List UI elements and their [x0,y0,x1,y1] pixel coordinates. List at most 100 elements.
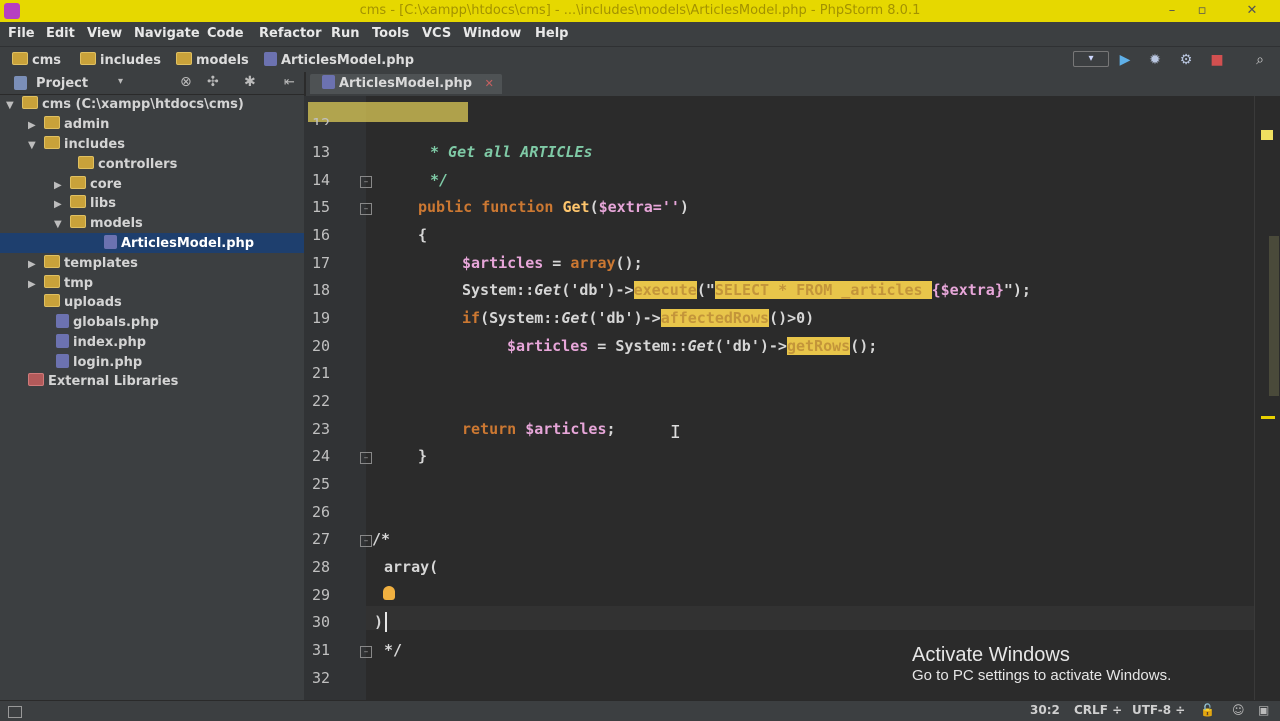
tree-item-login[interactable]: login.php [56,354,142,372]
code-line-18: System::Get('db')->execute("SELECT * FRO… [462,281,1031,299]
line-number: 14 [311,171,330,189]
encoding-selector[interactable]: UTF-8 ÷ [1132,703,1185,717]
code-line-27: /* [372,530,391,548]
minimize-button[interactable]: – [1160,2,1184,20]
breadcrumb-cms[interactable]: cms [12,52,61,68]
folder-icon [176,52,192,65]
maximize-button[interactable]: ▫ [1190,2,1214,20]
menu-navigate[interactable]: Navigate [134,26,200,41]
code-line-19: if(System::Get('db')->affectedRows()>0) [462,309,815,327]
line-number: 30 [311,613,330,631]
collapse-all-icon[interactable]: ⊗ [180,74,192,90]
caret-position[interactable]: 30:2 [1030,703,1060,717]
tree-item-articlesmodel[interactable]: ArticlesModel.php [104,235,254,253]
menu-tools[interactable]: Tools [372,26,409,41]
run-config-dropdown[interactable]: ▾ [1073,51,1109,67]
menu-bar: File Edit View Navigate Code Refactor Ru… [0,22,1280,46]
folder-icon [70,215,86,228]
scroll-from-source-icon[interactable]: ✣ [207,74,219,90]
tree-label: External Libraries [48,374,179,389]
menu-vcs[interactable]: VCS [422,26,451,41]
tree-item-tmp[interactable]: ▶ tmp [28,275,93,293]
lightbulb-icon[interactable] [383,586,395,600]
lock-icon[interactable]: 🔓 [1200,703,1215,717]
line-number: 16 [311,226,330,244]
menu-run[interactable]: Run [331,26,360,41]
menu-file[interactable]: File [8,26,35,41]
menu-edit[interactable]: Edit [46,26,75,41]
tree-label: login.php [73,355,143,370]
tab-articlesmodel[interactable]: ArticlesModel.php ✕ [310,74,502,94]
tool-windows-icon[interactable] [8,706,22,718]
php-file-icon [56,314,69,328]
tree-item-globals[interactable]: globals.php [56,314,159,332]
gear-icon[interactable]: ✱ [244,74,256,90]
menu-view[interactable]: View [87,26,122,41]
debug-icon[interactable]: ✹ [1147,52,1163,68]
menu-refactor[interactable]: Refactor [259,26,322,41]
code-line-20: $articles = System::Get('db')->getRows()… [507,337,878,355]
folder-icon [44,275,60,288]
tree-item-includes[interactable]: ▼ includes [28,136,125,154]
window-title: cms - [C:\xampp\htdocs\cms] - ...\includ… [359,3,921,18]
event-log-icon[interactable]: ▣ [1258,703,1269,717]
code-line-30: ) [374,613,384,631]
tree-item-templates[interactable]: ▶ templates [28,255,138,273]
fold-marker-icon[interactable]: – [360,535,372,547]
breadcrumb-label: cms [32,53,61,68]
line-number: 28 [311,558,330,576]
title-bar: cms - [C:\xampp\htdocs\cms] - ...\includ… [0,0,1280,22]
inspection-status-icon[interactable] [1261,130,1273,140]
project-view-selector[interactable]: Project [36,76,88,91]
activate-windows-subtitle: Go to PC settings to activate Windows. [912,667,1172,684]
tree-item-external-libraries[interactable]: External Libraries [28,373,178,391]
folder-icon [44,255,60,268]
warning-marker[interactable] [1261,416,1275,419]
breadcrumb-models[interactable]: models [176,52,249,68]
tree-label: includes [64,137,125,152]
tree-label: models [90,216,143,231]
php-file-icon [56,354,69,368]
code-line-15: public function Get($extra='') [418,198,689,216]
tree-item-uploads[interactable]: uploads [44,294,122,312]
close-tab-icon[interactable]: ✕ [485,77,494,90]
tab-label: ArticlesModel.php [339,76,473,91]
editor-scrollbar[interactable] [1254,96,1280,700]
breadcrumb-file[interactable]: ArticlesModel.php [264,52,414,68]
code-line-16: { [418,226,428,244]
code-line-23: return $articles; [462,420,616,438]
run-icon[interactable]: ▶ [1117,52,1133,68]
hide-panel-icon[interactable]: ⇤ [284,75,295,90]
fold-marker-icon[interactable]: – [360,452,372,464]
line-number: 18 [311,281,330,299]
fold-marker-icon[interactable]: – [360,176,372,188]
coverage-icon[interactable]: ⚙ [1178,52,1194,68]
menu-code[interactable]: Code [207,26,244,41]
scrollbar-thumb[interactable] [1269,236,1279,396]
stop-icon[interactable]: ■ [1209,52,1225,68]
tree-item-libs[interactable]: ▶ libs [54,195,116,213]
line-number: 31 [311,641,330,659]
search-icon[interactable]: ⌕ [1252,52,1268,68]
close-button[interactable]: ✕ [1240,2,1264,20]
tree-item-index[interactable]: index.php [56,334,146,352]
inspector-icon[interactable]: ☺ [1232,703,1245,717]
menu-window[interactable]: Window [463,26,521,41]
project-tree [0,95,304,700]
caret [385,612,387,632]
tree-item-controllers[interactable]: controllers [62,156,177,174]
breadcrumb-includes[interactable]: includes [80,52,161,68]
tree-label: core [90,177,122,192]
tree-item-admin[interactable]: ▶ admin [28,116,109,134]
line-separator-selector[interactable]: CRLF ÷ [1074,703,1122,717]
navigation-bar: cms includes models ArticlesModel.php ▾ … [0,46,1280,74]
menu-help[interactable]: Help [535,26,568,41]
tree-label: admin [64,117,110,132]
tree-item-core[interactable]: ▶ core [54,176,122,194]
fold-marker-icon[interactable]: – [360,646,372,658]
fold-marker-icon[interactable]: – [360,203,372,215]
tree-item-cms[interactable]: ▼ cms (C:\xampp\htdocs\cms) [6,96,244,114]
folder-icon [80,52,96,65]
tree-item-models[interactable]: ▼ models [54,215,143,233]
chevron-down-icon[interactable]: ▾ [118,76,123,87]
